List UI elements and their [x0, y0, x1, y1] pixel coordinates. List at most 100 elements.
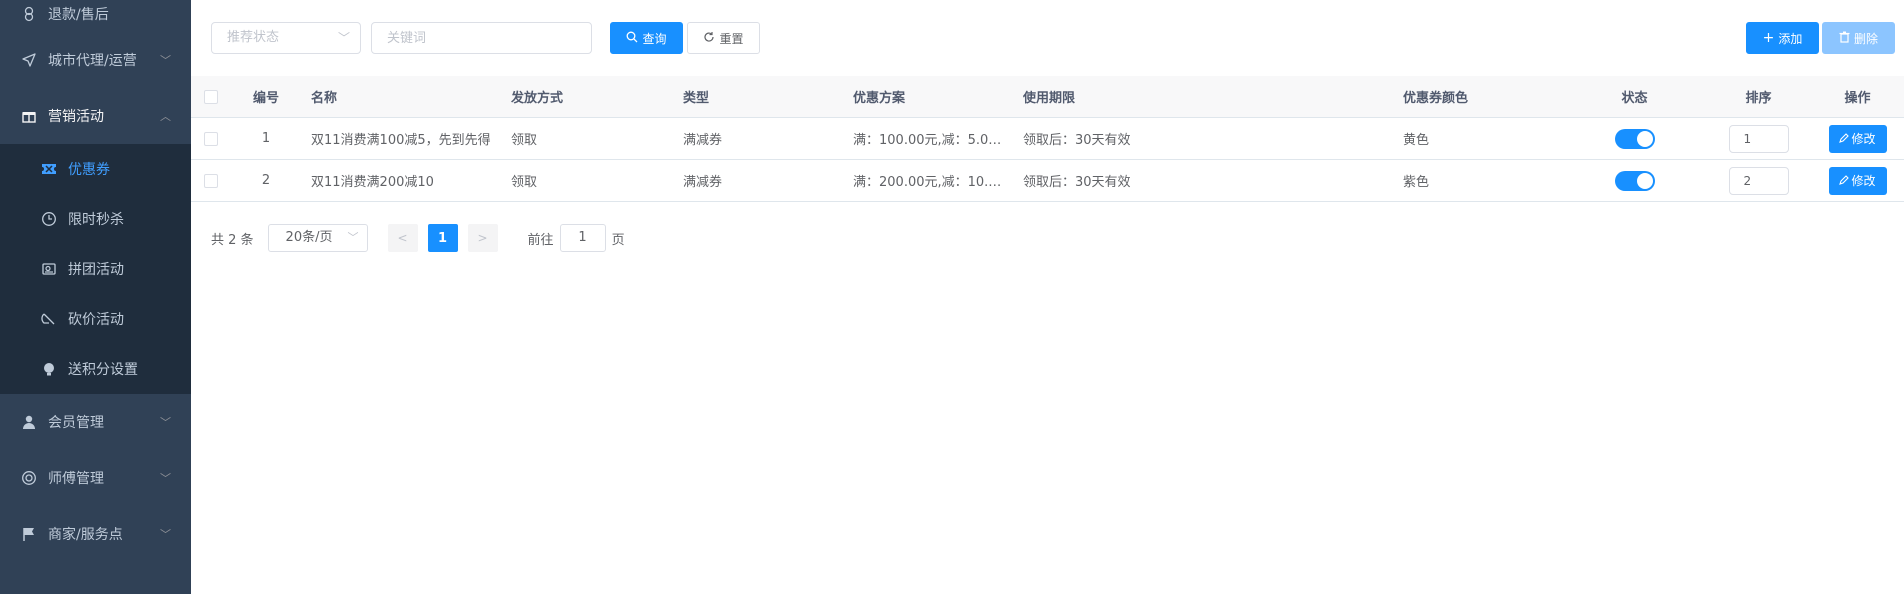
query-button[interactable]: 查询 [610, 22, 683, 54]
prev-page-button[interactable]: < [387, 224, 418, 252]
coupon-icon [40, 160, 58, 178]
pagination: 共 2 条 20条/页 ﹀ < 1 > 前往 1 页 [211, 224, 625, 252]
lifebuoy-icon [20, 469, 38, 487]
sidebar-item-coupon[interactable]: 优惠券 [0, 144, 191, 194]
cell-no: 2 [261, 173, 271, 188]
sidebar-item-city-agent[interactable]: 城市代理/运营 ﹀ [0, 32, 191, 88]
reset-label: 重置 [719, 31, 744, 46]
header-color: 优惠券颜色 [1403, 91, 1469, 106]
table-header: 编号 名称 发放方式 类型 优惠方案 使用期限 优惠券颜色 状态 排序 操作 [191, 76, 1904, 118]
cell-color: 黄色 [1403, 133, 1430, 148]
flag-icon [20, 525, 38, 543]
add-button[interactable]: + 添加 [1746, 22, 1819, 54]
keyword-input[interactable] [371, 22, 592, 54]
reset-button[interactable]: 重置 [687, 22, 760, 54]
sidebar-item-masters[interactable]: 师傅管理 ﹀ [0, 450, 191, 506]
refresh-icon [703, 31, 715, 46]
cell-plan: 满：100.00元,减：5.00元 [853, 133, 1010, 148]
next-page-button[interactable]: > [467, 224, 498, 252]
cell-valid: 领取后：30天有效 [1023, 133, 1131, 148]
sidebar-item-bargain[interactable]: 砍价活动 [0, 294, 191, 344]
goto-page-input[interactable]: 1 [559, 224, 606, 252]
goto-label: 前往 [527, 232, 554, 248]
sort-input[interactable]: 2 [1728, 166, 1789, 195]
sidebar-item-label: 送积分设置 [68, 362, 138, 378]
cell-type: 满减券 [683, 175, 723, 190]
header-plan: 优惠方案 [853, 91, 906, 106]
page-number-current[interactable]: 1 [427, 224, 458, 252]
select-placeholder: 推荐状态 [227, 30, 280, 45]
select-all-checkbox[interactable] [204, 89, 218, 104]
header-status: 状态 [1621, 91, 1648, 106]
clock-icon [40, 210, 58, 228]
row-checkbox[interactable] [204, 131, 218, 146]
cell-type: 满减券 [683, 133, 723, 148]
chevron-down-icon: ﹀ [160, 416, 171, 429]
sort-input[interactable]: 1 [1728, 124, 1789, 153]
sidebar-item-label: 退款/售后 [48, 7, 109, 23]
edit-icon [1839, 174, 1850, 188]
add-label: 添加 [1778, 31, 1803, 46]
sidebar-item-marketing[interactable]: 营销活动 ︿ [0, 88, 191, 144]
table-row: 1 双11消费满100减5，先到先得 领取 满减券 满：100.00元,减：5.… [191, 118, 1904, 160]
edit-label: 修改 [1851, 132, 1876, 146]
chevron-left-icon: < [397, 231, 408, 245]
recommend-status-select[interactable]: 推荐状态 ﹀ [211, 22, 361, 54]
header-name: 名称 [311, 91, 338, 106]
page-size-select[interactable]: 20条/页 ﹀ [267, 224, 368, 252]
header-no: 编号 [252, 91, 279, 106]
edit-button[interactable]: 修改 [1828, 124, 1887, 153]
chevron-down-icon: ﹀ [337, 31, 350, 45]
status-toggle[interactable] [1614, 128, 1655, 149]
sidebar-item-points[interactable]: 送积分设置 [0, 344, 191, 394]
plus-icon: + [1762, 30, 1775, 46]
pagination-total: 共 2 条 [211, 232, 254, 248]
chevron-down-icon: ﹀ [160, 528, 171, 541]
chevron-down-icon: ﹀ [160, 472, 171, 485]
edit-button[interactable]: 修改 [1828, 166, 1887, 195]
coupon-table: 编号 名称 发放方式 类型 优惠方案 使用期限 优惠券颜色 状态 排序 操作 1… [191, 76, 1904, 202]
sidebar-item-members[interactable]: 会员管理 ﹀ [0, 394, 191, 450]
sidebar-item-label: 城市代理/运营 [48, 53, 137, 69]
cell-color: 紫色 [1403, 175, 1430, 190]
main-content: 推荐状态 ﹀ 查询 重置 + 添加 [191, 0, 1904, 594]
edit-label: 修改 [1851, 174, 1876, 188]
refund-icon [20, 5, 38, 23]
sidebar-item-merchants[interactable]: 商家/服务点 ﹀ [0, 506, 191, 562]
table-row: 2 双11消费满200减10 领取 满减券 满：200.00元,减：10.0..… [191, 160, 1904, 202]
chevron-right-icon: > [477, 231, 488, 245]
cell-valid: 领取后：30天有效 [1023, 175, 1131, 190]
points-icon [40, 360, 58, 378]
gift-icon [20, 107, 38, 125]
header-type: 类型 [683, 91, 710, 106]
chevron-up-icon: ︿ [160, 110, 171, 123]
delete-button[interactable]: 删除 [1822, 22, 1895, 54]
bargain-icon [40, 310, 58, 328]
sidebar-item-group-buy[interactable]: 拼团活动 [0, 244, 191, 294]
edit-icon [1839, 132, 1850, 146]
sidebar-item-label: 会员管理 [48, 415, 104, 431]
header-sort: 排序 [1745, 91, 1772, 106]
sidebar-item-label: 拼团活动 [68, 262, 124, 278]
status-toggle[interactable] [1614, 170, 1655, 191]
sidebar-item-flash-sale[interactable]: 限时秒杀 [0, 194, 191, 244]
sidebar-item-label: 限时秒杀 [68, 212, 124, 228]
sidebar-item-refund[interactable]: 退款/售后 [0, 0, 191, 32]
query-label: 查询 [642, 31, 667, 46]
page-size-value: 20条/页 [285, 230, 333, 245]
group-buy-icon [40, 260, 58, 278]
row-checkbox[interactable] [204, 173, 218, 188]
header-valid: 使用期限 [1023, 91, 1076, 106]
trash-icon [1839, 31, 1850, 46]
delete-label: 删除 [1853, 31, 1878, 46]
header-op: 操作 [1844, 91, 1871, 106]
header-way: 发放方式 [511, 91, 564, 106]
sidebar-item-label: 商家/服务点 [48, 527, 123, 543]
cell-plan: 满：200.00元,减：10.0... [853, 175, 1009, 190]
chevron-down-icon: ﹀ [160, 54, 171, 67]
sidebar-item-label: 师傅管理 [48, 471, 104, 487]
sidebar-item-label: 优惠券 [68, 162, 110, 178]
sidebar-item-label: 砍价活动 [68, 312, 124, 328]
sidebar: 退款/售后 城市代理/运营 ﹀ 营销活动 ︿ 优惠券 限时秒杀 拼团活动 砍价活… [0, 0, 191, 594]
toolbar: 推荐状态 ﹀ 查询 重置 + 添加 [191, 0, 1904, 76]
